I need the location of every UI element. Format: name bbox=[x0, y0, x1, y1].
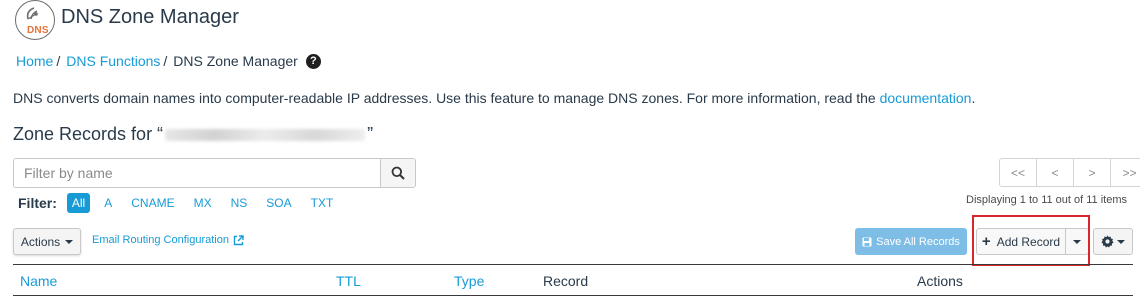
filter-soa[interactable]: SOA bbox=[261, 193, 296, 213]
dns-logo: DNS bbox=[15, 0, 55, 40]
redacted-domain bbox=[165, 129, 366, 142]
filter-a[interactable]: A bbox=[99, 193, 117, 213]
breadcrumb-separator: / bbox=[163, 53, 168, 69]
chevron-down-icon bbox=[1117, 239, 1125, 244]
prev-page-button[interactable]: < bbox=[1037, 159, 1074, 186]
actions-dropdown-button[interactable]: Actions bbox=[13, 228, 81, 255]
satellite-dish-icon bbox=[26, 7, 38, 20]
documentation-link[interactable]: documentation bbox=[880, 90, 972, 106]
filter-mx[interactable]: MX bbox=[189, 193, 217, 213]
email-routing-link[interactable]: Email Routing Configuration bbox=[92, 234, 244, 246]
zone-records-table-header: Name TTL Type Record Actions bbox=[13, 264, 1133, 296]
search-box bbox=[13, 158, 416, 188]
save-all-label: Save All Records bbox=[876, 235, 960, 248]
pagination: << < > >> bbox=[999, 158, 1140, 187]
filter-ns[interactable]: NS bbox=[226, 193, 253, 213]
search-icon bbox=[391, 166, 405, 180]
search-input[interactable] bbox=[14, 159, 380, 187]
chevron-down-icon bbox=[65, 239, 74, 244]
logo-text: DNS bbox=[27, 25, 49, 36]
floppy-disk-icon bbox=[862, 237, 872, 246]
breadcrumb-dns-functions-link[interactable]: DNS Functions bbox=[66, 53, 160, 69]
breadcrumb-separator: / bbox=[56, 53, 61, 69]
column-header-name[interactable]: Name bbox=[20, 273, 57, 289]
filter-bar: Filter: All A CNAME MX NS SOA TXT bbox=[18, 193, 347, 213]
search-button[interactable] bbox=[380, 159, 415, 187]
zone-heading-suffix: ” bbox=[367, 124, 374, 144]
settings-dropdown-button[interactable] bbox=[1093, 228, 1133, 255]
filter-txt[interactable]: TXT bbox=[306, 193, 339, 213]
highlight-annotation bbox=[972, 215, 1090, 266]
description-text: DNS converts domain names into computer-… bbox=[13, 90, 880, 106]
breadcrumb-home-link[interactable]: Home bbox=[16, 53, 53, 69]
description-suffix: . bbox=[971, 90, 976, 106]
filter-label: Filter: bbox=[18, 195, 57, 211]
pagination-info: Displaying 1 to 11 out of 11 items bbox=[966, 194, 1128, 206]
save-all-records-button[interactable]: Save All Records bbox=[855, 228, 967, 255]
column-header-type[interactable]: Type bbox=[454, 273, 484, 289]
filter-all[interactable]: All bbox=[66, 193, 91, 213]
actions-label: Actions bbox=[20, 234, 61, 249]
page-description: DNS converts domain names into computer-… bbox=[13, 90, 975, 106]
breadcrumb: Home / DNS Functions / DNS Zone Manager … bbox=[16, 53, 321, 69]
email-routing-label: Email Routing Configuration bbox=[92, 234, 229, 246]
next-page-button[interactable]: > bbox=[1074, 159, 1111, 186]
zone-heading-prefix: Zone Records for “ bbox=[13, 124, 164, 144]
first-page-button[interactable]: << bbox=[1000, 159, 1037, 186]
column-header-record: Record bbox=[543, 273, 589, 289]
breadcrumb-current: DNS Zone Manager bbox=[173, 53, 298, 69]
external-link-icon bbox=[233, 234, 244, 245]
column-header-ttl[interactable]: TTL bbox=[336, 273, 361, 289]
page-title: DNS Zone Manager bbox=[61, 6, 239, 28]
last-page-button[interactable]: >> bbox=[1111, 159, 1140, 186]
zone-records-heading: Zone Records for “ ” bbox=[13, 124, 373, 145]
question-circle-icon[interactable]: ? bbox=[305, 53, 321, 69]
column-header-actions: Actions bbox=[917, 273, 963, 289]
gear-icon bbox=[1101, 235, 1114, 248]
filter-cname[interactable]: CNAME bbox=[126, 193, 179, 213]
